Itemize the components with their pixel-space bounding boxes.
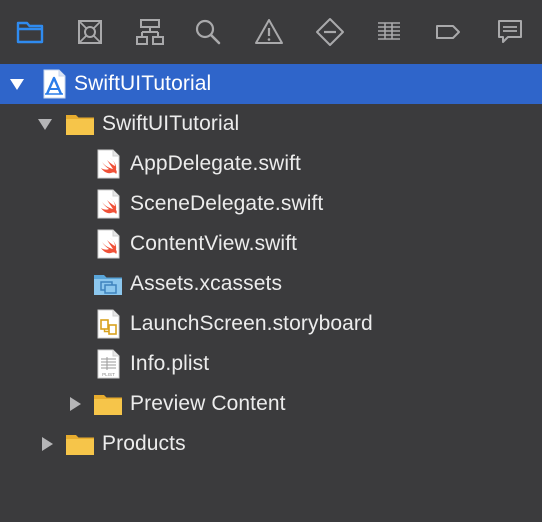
project-icon xyxy=(38,68,70,100)
tree-row-file[interactable]: SceneDelegate.swift xyxy=(0,184,542,224)
tree-row-label: Info.plist xyxy=(130,352,210,375)
tree-row-group[interactable]: Products xyxy=(0,424,542,464)
asset-catalog-icon xyxy=(92,268,124,300)
swift-file-icon xyxy=(92,228,124,260)
breakpoint-icon xyxy=(436,25,460,39)
tree-row-label: Preview Content xyxy=(130,392,286,415)
swift-file-icon xyxy=(92,148,124,180)
plist-icon: PLIST xyxy=(92,348,124,380)
tree-row-label: Assets.xcassets xyxy=(130,272,283,295)
report-navigator-button[interactable] xyxy=(490,12,530,52)
folder-icon xyxy=(64,108,96,140)
tree-row-file[interactable]: AppDelegate.swift xyxy=(0,144,542,184)
debug-icon xyxy=(378,22,400,40)
tree-row-label: LaunchScreen.storyboard xyxy=(130,312,373,335)
tree-row-file[interactable]: ContentView.swift xyxy=(0,224,542,264)
find-navigator-button[interactable] xyxy=(188,12,228,52)
search-icon xyxy=(195,19,221,45)
tree-row-project[interactable]: SwiftUITutorial xyxy=(0,64,542,104)
project-navigator-button[interactable] xyxy=(10,12,50,52)
plist-icon-text: PLIST xyxy=(102,372,115,377)
tree-row-label: SwiftUITutorial xyxy=(102,112,240,135)
issue-navigator-button[interactable] xyxy=(249,12,289,52)
disclosure-expanded-icon[interactable] xyxy=(8,75,26,93)
tree-row-label: SceneDelegate.swift xyxy=(130,192,324,215)
tree-row-label: SwiftUITutorial xyxy=(74,72,212,95)
tree-row-label: Products xyxy=(102,432,186,455)
folder-icon xyxy=(16,21,44,44)
source-control-icon xyxy=(78,20,102,44)
tree-row-label: ContentView.swift xyxy=(130,232,298,255)
test-navigator-button[interactable] xyxy=(310,12,350,52)
disclosure-collapsed-icon[interactable] xyxy=(38,435,56,453)
tree-row-group[interactable]: SwiftUITutorial xyxy=(0,104,542,144)
source-control-navigator-button[interactable] xyxy=(70,12,110,52)
breakpoint-navigator-button[interactable] xyxy=(428,12,468,52)
navigator-toolbar xyxy=(0,0,542,65)
symbol-navigator-button[interactable] xyxy=(130,12,170,52)
folder-icon xyxy=(92,388,124,420)
swift-file-icon xyxy=(92,188,124,220)
debug-navigator-button[interactable] xyxy=(369,12,409,52)
tree-row-file[interactable]: Assets.xcassets xyxy=(0,264,542,304)
hierarchy-icon xyxy=(136,19,164,45)
disclosure-collapsed-icon[interactable] xyxy=(66,395,84,413)
tree-row-label: AppDelegate.swift xyxy=(130,152,301,175)
tree-row-file[interactable]: LaunchScreen.storyboard xyxy=(0,304,542,344)
warning-icon xyxy=(255,19,283,44)
tree-row-group[interactable]: Preview Content xyxy=(0,384,542,424)
storyboard-icon xyxy=(92,308,124,340)
folder-icon xyxy=(64,428,96,460)
tree-row-file[interactable]: PLIST Info.plist xyxy=(0,344,542,384)
report-icon xyxy=(498,20,522,43)
disclosure-expanded-icon[interactable] xyxy=(36,115,54,133)
test-icon xyxy=(316,18,344,46)
